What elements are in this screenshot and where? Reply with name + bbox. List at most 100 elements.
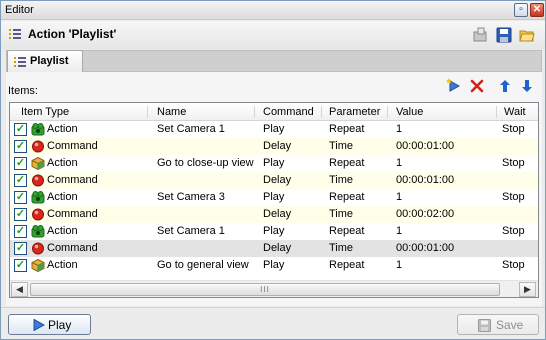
cell-command: Delay: [263, 140, 292, 152]
column-header-row: Item Type Name Command Parameter Value W…: [10, 103, 538, 121]
cube-action-icon: [31, 156, 45, 171]
cell-command: Play: [263, 259, 285, 271]
playlist-page: Items: Item Type Name Command Parameter …: [6, 72, 542, 306]
cell-command: Delay: [263, 174, 292, 186]
tab-label: Playlist: [30, 55, 69, 67]
page-title: Action 'Playlist': [28, 27, 117, 41]
cell-parameter: Repeat: [329, 123, 365, 135]
table-row[interactable]: ✓ Action Set Camera 3 Play Repeat 1 Stop: [10, 189, 538, 206]
table-row[interactable]: ✓ Action Set Camera 1 Play Repeat 1 Stop: [10, 223, 538, 240]
window-title: Editor: [5, 4, 34, 16]
row-checkbox[interactable]: ✓: [14, 123, 27, 136]
cell-command: Play: [263, 157, 285, 169]
cell-parameter: Repeat: [329, 191, 365, 203]
cell-parameter: Time: [329, 140, 354, 152]
column-header-command[interactable]: Command: [263, 106, 314, 118]
camera-action-icon: [31, 225, 45, 238]
move-down-icon[interactable]: [519, 78, 535, 94]
close-button[interactable]: ✕: [530, 3, 544, 17]
cell-name: Go to general view: [157, 259, 249, 271]
cell-wait: Stop: [502, 157, 525, 169]
play-icon: [33, 318, 46, 334]
cell-parameter: Time: [329, 242, 354, 254]
cell-type: Action: [47, 225, 78, 237]
list-icon: [9, 28, 21, 40]
table-row[interactable]: ✓ Action Set Camera 1 Play Repeat 1 Stop: [10, 121, 538, 138]
column-header-item-type[interactable]: Item Type: [21, 106, 69, 118]
title-bar: Editor ▫ ✕: [1, 1, 545, 20]
row-checkbox[interactable]: ✓: [14, 157, 27, 170]
row-checkbox[interactable]: ✓: [14, 208, 27, 221]
scroll-thumb[interactable]: III: [30, 283, 500, 296]
save-disk-icon[interactable]: [496, 27, 512, 43]
rows-container: ✓ Action Set Camera 1 Play Repeat 1 Stop…: [10, 121, 538, 274]
cell-type: Action: [47, 157, 78, 169]
command-delay-icon: [31, 140, 45, 153]
table-row[interactable]: ✓ Command Delay Time 00:00:01:00: [10, 138, 538, 155]
cube-action-icon: [31, 258, 45, 273]
cell-type: Action: [47, 123, 78, 135]
cell-value: 1: [396, 225, 403, 237]
export-icon[interactable]: [472, 27, 488, 43]
open-folder-icon[interactable]: [519, 27, 535, 43]
editor-window: Editor ▫ ✕ Action 'Playlist' Playlist It…: [0, 0, 546, 340]
cell-wait: Stop: [502, 123, 525, 135]
column-header-parameter[interactable]: Parameter: [329, 106, 380, 118]
cell-value: 00:00:01:00: [396, 174, 455, 186]
row-checkbox[interactable]: ✓: [14, 259, 27, 272]
cell-command: Delay: [263, 242, 292, 254]
cell-parameter: Time: [329, 174, 354, 186]
play-label: Play: [48, 318, 72, 332]
delete-icon[interactable]: [469, 78, 485, 94]
horizontal-scrollbar[interactable]: ◀ III ▶: [10, 280, 538, 297]
tab-playlist[interactable]: Playlist: [7, 50, 83, 72]
cell-parameter: Repeat: [329, 225, 365, 237]
play-button[interactable]: Play: [8, 314, 91, 335]
cell-type: Action: [47, 259, 78, 271]
cell-wait: Stop: [502, 225, 525, 237]
table-row[interactable]: ✓ Action Go to close-up view Play Repeat…: [10, 155, 538, 172]
table-row[interactable]: ✓ Action Go to general view Play Repeat …: [10, 257, 538, 274]
items-list[interactable]: Item Type Name Command Parameter Value W…: [9, 102, 539, 298]
cell-wait: Stop: [502, 259, 525, 271]
items-label: Items:: [8, 85, 38, 97]
scroll-right-button[interactable]: ▶: [519, 282, 536, 297]
cell-type: Action: [47, 191, 78, 203]
save-label: Save: [496, 318, 524, 332]
save-button[interactable]: Save: [457, 314, 539, 335]
restore-button[interactable]: ▫: [514, 3, 528, 17]
cell-wait: Stop: [502, 191, 525, 203]
cell-value: 00:00:01:00: [396, 140, 455, 152]
camera-action-icon: [31, 191, 45, 204]
row-checkbox[interactable]: ✓: [14, 140, 27, 153]
cell-name: Set Camera 3: [157, 191, 225, 203]
add-item-icon[interactable]: [446, 78, 462, 94]
row-checkbox[interactable]: ✓: [14, 225, 27, 238]
cell-name: Set Camera 1: [157, 123, 225, 135]
cell-command: Play: [263, 225, 285, 237]
move-up-icon[interactable]: [497, 78, 513, 94]
cell-parameter: Repeat: [329, 157, 365, 169]
cell-type: Command: [47, 174, 98, 186]
column-header-value[interactable]: Value: [396, 106, 423, 118]
row-checkbox[interactable]: ✓: [14, 191, 27, 204]
table-row[interactable]: ✓ Command Delay Time 00:00:01:00: [10, 172, 538, 189]
cell-value: 00:00:02:00: [396, 208, 455, 220]
row-checkbox[interactable]: ✓: [14, 242, 27, 255]
bottom-bar: Play Save: [1, 307, 545, 339]
column-header-name[interactable]: Name: [157, 106, 186, 118]
cell-type: Command: [47, 140, 98, 152]
cell-command: Play: [263, 123, 285, 135]
save-disk-icon: [478, 319, 491, 335]
table-row[interactable]: ✓ Command Delay Time 00:00:01:00: [10, 240, 538, 257]
list-icon: [14, 56, 26, 68]
table-row[interactable]: ✓ Command Delay Time 00:00:02:00: [10, 206, 538, 223]
command-delay-icon: [31, 242, 45, 255]
row-checkbox[interactable]: ✓: [14, 174, 27, 187]
scroll-left-button[interactable]: ◀: [11, 282, 28, 297]
cell-value: 1: [396, 123, 403, 135]
column-header-wait[interactable]: Wait: [504, 106, 526, 118]
cell-command: Play: [263, 191, 285, 203]
command-delay-icon: [31, 174, 45, 187]
cell-value: 1: [396, 191, 403, 203]
